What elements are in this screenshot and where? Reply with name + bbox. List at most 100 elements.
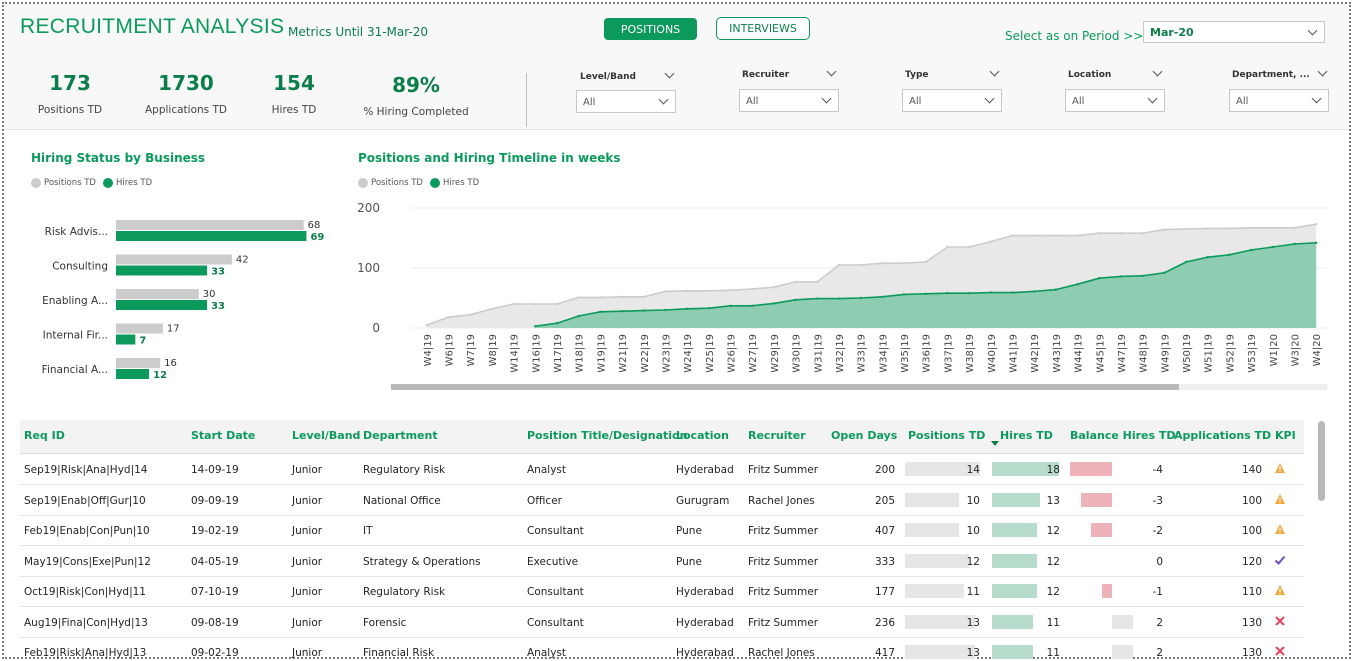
chevron-down-icon[interactable]	[1152, 66, 1163, 77]
chevron-down-icon[interactable]	[664, 68, 675, 79]
hires-point[interactable]	[577, 314, 580, 318]
positions-point[interactable]	[1271, 226, 1274, 229]
hires-point[interactable]	[816, 297, 819, 300]
column-header[interactable]: Position Title/Designation	[527, 429, 687, 442]
positions-point[interactable]	[1314, 223, 1318, 226]
positions-point[interactable]	[1054, 234, 1058, 237]
bar-positions[interactable]	[116, 254, 232, 265]
positions-point[interactable]	[794, 280, 797, 283]
table-row[interactable]: Sep19|Risk|Ana|Hyd|14 14-09-19 Junior Regul…	[20, 455, 1304, 485]
column-header[interactable]: Level/Band	[292, 429, 360, 442]
positions-point[interactable]	[1098, 232, 1101, 235]
table-row[interactable]: Sep19|Enab|Off|Gur|10 09-09-19 Junior Natio…	[20, 486, 1304, 516]
positions-button[interactable]: POSITIONS	[604, 18, 697, 40]
column-header[interactable]: Location	[676, 429, 729, 442]
hires-point[interactable]	[1293, 242, 1296, 246]
positions-point[interactable]	[490, 307, 494, 310]
hires-point[interactable]	[1271, 245, 1274, 249]
positions-point[interactable]	[1228, 227, 1231, 230]
positions-point[interactable]	[902, 262, 906, 265]
interviews-button[interactable]: INTERVIEWS	[716, 17, 810, 40]
bar-positions[interactable]	[116, 289, 199, 299]
column-header[interactable]: Balance Hires TD	[1070, 429, 1176, 442]
hires-point[interactable]	[1054, 288, 1058, 291]
positions-point[interactable]	[1141, 232, 1144, 235]
hires-point[interactable]	[1098, 277, 1101, 280]
positions-point[interactable]	[1011, 234, 1014, 237]
sort-desc-icon[interactable]	[991, 441, 999, 446]
chevron-down-icon[interactable]	[1317, 66, 1328, 77]
slicer-type-dropdown[interactable]: All	[902, 89, 1002, 112]
hires-point[interactable]	[751, 304, 754, 307]
positions-point[interactable]	[1032, 234, 1036, 237]
hires-point[interactable]	[902, 293, 906, 296]
positions-point[interactable]	[1119, 232, 1123, 235]
slicer-department-dropdown[interactable]: All	[1229, 89, 1329, 112]
positions-point[interactable]	[1206, 227, 1209, 230]
hires-point[interactable]	[924, 292, 927, 295]
hires-point[interactable]	[534, 325, 537, 328]
positions-point[interactable]	[642, 295, 645, 298]
column-header[interactable]: Open Days	[831, 429, 897, 442]
positions-point[interactable]	[1184, 227, 1188, 231]
table-row[interactable]: Aug19|Fina|Con|Hyd|13 09-08-19 Junior Foren…	[20, 608, 1304, 638]
column-header[interactable]: Hires TD	[1000, 429, 1053, 442]
slicer-level-dropdown[interactable]: All	[576, 90, 676, 113]
period-dropdown[interactable]: Mar-20	[1143, 21, 1325, 43]
positions-point[interactable]	[555, 302, 559, 306]
timeline-scrollbar-thumb[interactable]	[391, 384, 1179, 390]
positions-point[interactable]	[620, 295, 624, 298]
hires-point[interactable]	[859, 296, 862, 300]
hires-point[interactable]	[1032, 290, 1036, 293]
bar-hires[interactable]	[116, 369, 150, 379]
bar-positions[interactable]	[116, 358, 161, 368]
bar-hires[interactable]	[116, 334, 136, 345]
hires-point[interactable]	[1076, 283, 1079, 286]
positions-point[interactable]	[1076, 234, 1079, 237]
hires-point[interactable]	[1184, 260, 1188, 264]
hires-point[interactable]	[620, 310, 624, 313]
positions-point[interactable]	[425, 323, 429, 327]
hires-point[interactable]	[1163, 271, 1166, 274]
positions-point[interactable]	[989, 240, 992, 243]
positions-point[interactable]	[881, 262, 884, 265]
table-row[interactable]: Oct19|Risk|Con|Hyd|11 07-10-19 Junior Regul…	[20, 577, 1304, 607]
hires-point[interactable]	[707, 307, 711, 310]
positions-point[interactable]	[837, 263, 841, 267]
bar-positions[interactable]	[116, 220, 304, 230]
positions-point[interactable]	[447, 316, 450, 319]
hires-point[interactable]	[685, 307, 689, 310]
bar-positions[interactable]	[116, 323, 163, 334]
hires-point[interactable]	[1314, 241, 1318, 244]
bar-hires[interactable]	[116, 231, 307, 241]
hires-point[interactable]	[967, 292, 971, 295]
hires-point[interactable]	[1011, 291, 1014, 294]
positions-point[interactable]	[534, 302, 537, 306]
hires-point[interactable]	[729, 304, 732, 307]
positions-point[interactable]	[599, 296, 602, 299]
hires-point[interactable]	[555, 322, 559, 325]
slicer-recruiter-dropdown[interactable]: All	[739, 89, 839, 112]
hires-point[interactable]	[794, 298, 797, 301]
positions-point[interactable]	[707, 289, 711, 292]
hires-point[interactable]	[1141, 274, 1144, 277]
positions-point[interactable]	[859, 263, 862, 267]
hires-point[interactable]	[837, 297, 841, 300]
bar-hires[interactable]	[116, 265, 208, 276]
positions-point[interactable]	[664, 290, 667, 293]
positions-point[interactable]	[577, 296, 580, 299]
positions-point[interactable]	[967, 245, 971, 249]
chevron-down-icon[interactable]	[989, 66, 1000, 77]
table-row[interactable]: Feb19|Enab|Con|Pun|10 19-02-19 Junior IT Con…	[20, 516, 1304, 546]
hires-point[interactable]	[1228, 253, 1231, 256]
column-header[interactable]: Applications TD	[1174, 429, 1271, 442]
bar-hires[interactable]	[116, 300, 208, 310]
positions-point[interactable]	[924, 260, 927, 264]
hires-point[interactable]	[772, 302, 776, 305]
positions-point[interactable]	[946, 245, 949, 249]
hires-point[interactable]	[1206, 256, 1209, 259]
column-header[interactable]: KPI	[1275, 429, 1296, 442]
positions-point[interactable]	[512, 302, 515, 306]
positions-point[interactable]	[729, 289, 732, 292]
positions-point[interactable]	[772, 286, 776, 289]
